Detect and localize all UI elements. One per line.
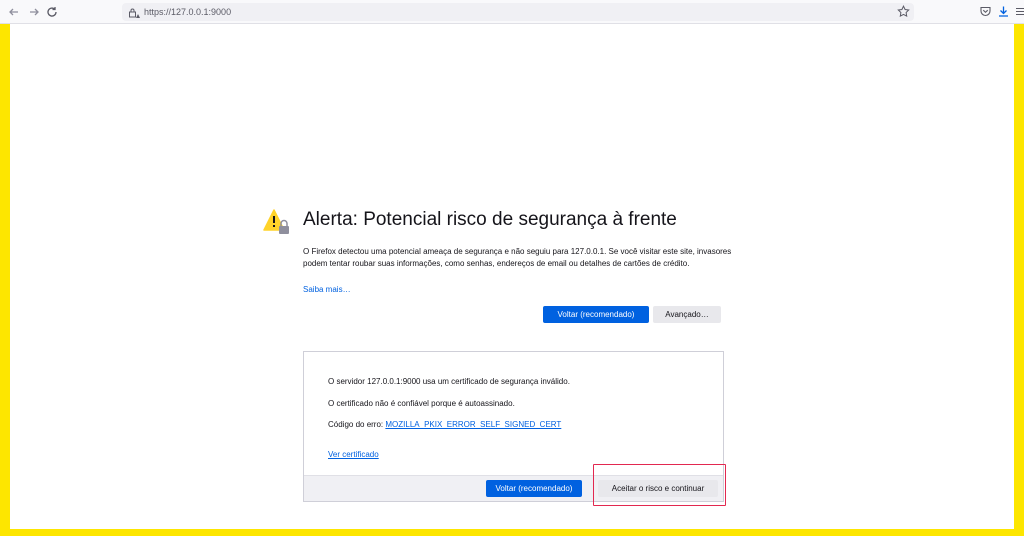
lock-warning-icon[interactable] [128,6,140,18]
advanced-go-back-button[interactable]: Voltar (recomendado) [486,480,582,497]
browser-toolbar: https://127.0.0.1:9000 [0,0,1024,24]
go-back-button[interactable]: Voltar (recomendado) [543,306,649,323]
learn-more-link[interactable]: Saiba mais… [303,285,351,295]
invalid-cert-text: O servidor 127.0.0.1:9000 usa um certifi… [328,377,570,386]
self-signed-text: O certificado não é confiável porque é a… [328,399,515,408]
warning-icon [263,208,293,238]
error-description: O Firefox detectou uma potencial ameaça … [303,247,732,268]
back-icon[interactable] [6,4,22,20]
pocket-icon[interactable] [979,5,992,18]
star-icon[interactable] [897,5,910,18]
error-code-line: Código do erro: MOZILLA_PKIX_ERROR_SELF_… [328,420,561,430]
page-title: Alerta: Potencial risco de segurança à f… [303,209,677,230]
error-page: Alerta: Potencial risco de segurança à f… [10,24,1014,529]
url-text[interactable]: https://127.0.0.1:9000 [144,5,231,19]
highlight-box [593,464,726,506]
advanced-button[interactable]: Avançado… [653,306,721,323]
menu-icon[interactable] [1015,5,1024,18]
error-code-link[interactable]: MOZILLA_PKIX_ERROR_SELF_SIGNED_CERT [385,420,561,429]
error-code-label: Código do erro: [328,420,384,429]
download-icon[interactable] [997,5,1010,18]
reload-icon[interactable] [44,4,60,20]
forward-icon[interactable] [26,4,42,20]
url-bar[interactable]: https://127.0.0.1:9000 [122,3,914,21]
view-certificate-link[interactable]: Ver certificado [328,450,379,460]
